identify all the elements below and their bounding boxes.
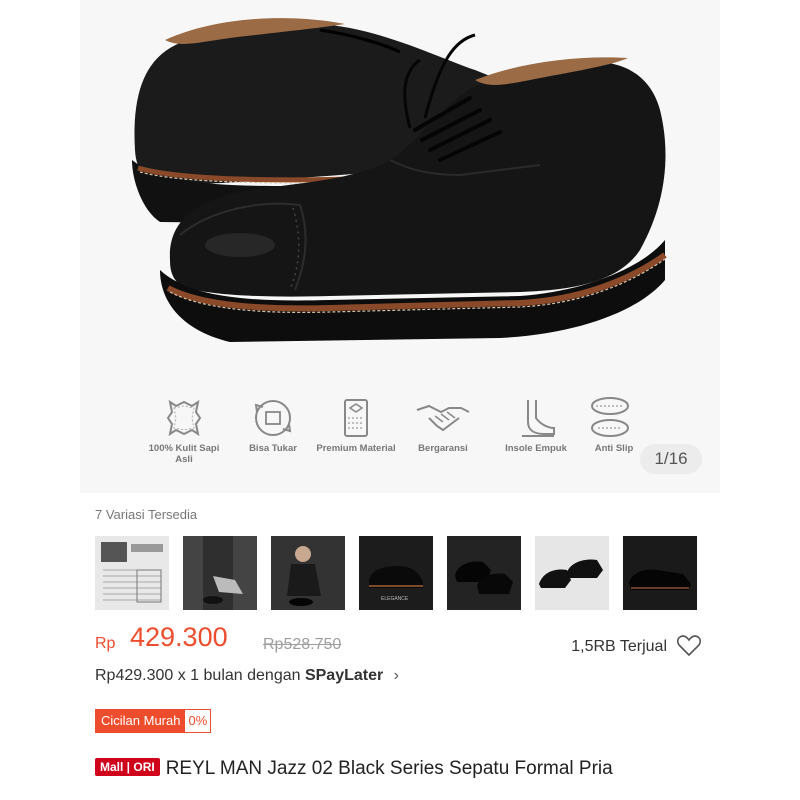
product-page: 100% Kulit Sapi Asli Bisa Tukar Premium … [80, 0, 720, 800]
installment-label: Cicilan Murah [96, 710, 186, 732]
variant-thumb-pair[interactable] [447, 536, 521, 610]
current-price: 429.300 [130, 622, 228, 652]
feature-leather: 100% Kulit Sapi Asli [144, 396, 224, 465]
installment-rate: 0% [185, 710, 211, 732]
product-image-gallery[interactable]: 100% Kulit Sapi Asli Bisa Tukar Premium … [80, 0, 720, 493]
feature-exchange: Bisa Tukar [233, 396, 313, 454]
leather-icon [166, 399, 202, 437]
price-row: Rp 429.300 Rp528.750 1,5RB Terjual [95, 622, 705, 657]
chevron-right-icon: › [393, 667, 399, 684]
paylater-row[interactable]: Rp429.300 x 1 bulan dengan SPayLater › [95, 667, 399, 685]
feature-label: 100% Kulit Sapi Asli [148, 443, 220, 465]
thumb-caption: ELEGANCE [381, 596, 409, 602]
insole-foot-icon [522, 400, 555, 437]
image-counter: 1/16 [640, 444, 702, 474]
product-title: REYL MAN Jazz 02 Black Series Sepatu For… [165, 758, 613, 779]
feature-label: Insole Empuk [505, 443, 567, 454]
feature-label: Premium Material [316, 443, 396, 454]
premium-material-icon [344, 399, 368, 437]
variant-thumbnails: ELEGANCE [95, 536, 697, 610]
product-title-row: Mall | ORI REYL MAN Jazz 02 Black Series … [95, 757, 695, 781]
variants-title: 7 Variasi Tersedia [95, 507, 198, 522]
feature-label: Bergaransi [418, 443, 468, 454]
feature-premium-material: Premium Material [316, 396, 396, 454]
exchange-box-icon [254, 400, 292, 436]
variant-thumb-elegance[interactable]: ELEGANCE [359, 536, 433, 610]
paylater-text: Rp429.300 x 1 bulan dengan [95, 667, 305, 684]
sold-count: 1,5RB Terjual [571, 638, 667, 655]
variant-thumb-model-sitting[interactable] [183, 536, 257, 610]
paylater-brand: SPayLater [304, 667, 384, 684]
product-photo [132, 18, 667, 342]
heart-icon[interactable] [677, 635, 701, 657]
installment-badge: Cicilan Murah 0% [95, 709, 212, 733]
feature-insole: Insole Empuk [496, 396, 576, 454]
price-currency: Rp [95, 635, 116, 652]
feature-label: Bisa Tukar [249, 443, 297, 454]
handshake-icon [416, 404, 470, 432]
anti-slip-sole-icon [591, 397, 629, 437]
variant-thumb-side[interactable] [623, 536, 697, 610]
feature-warranty: Bergaransi [403, 396, 483, 454]
variant-thumb-model-suit[interactable] [271, 536, 345, 610]
feature-anti-slip: Anti Slip [574, 396, 654, 454]
original-price: Rp528.750 [263, 636, 342, 653]
mall-ori-badge: Mall | ORI [95, 758, 160, 776]
variant-thumb-white-bg[interactable] [535, 536, 609, 610]
variant-thumb-size-chart[interactable] [95, 536, 169, 610]
